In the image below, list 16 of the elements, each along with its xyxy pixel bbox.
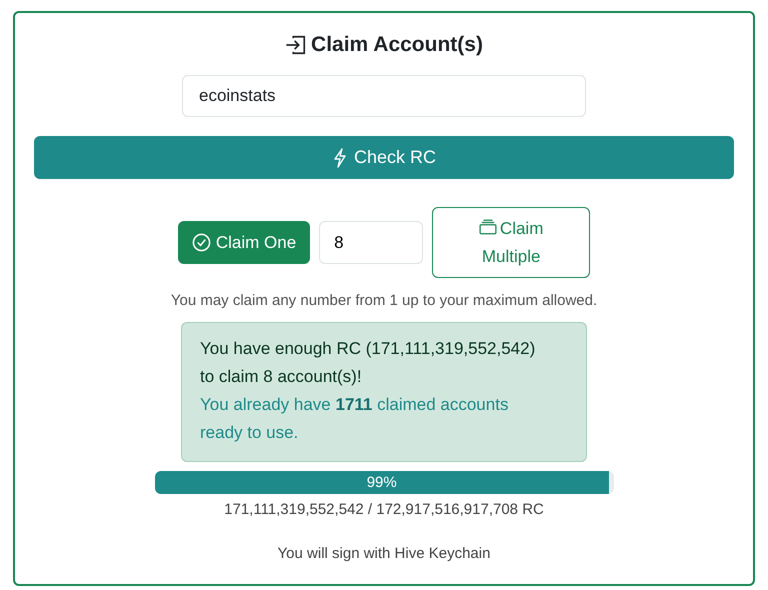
alert-note: You already have 1711 claimed accounts ready to use. — [200, 394, 510, 444]
count-field[interactable]: 8 — [319, 221, 424, 264]
claim-multiple-button[interactable]: Claim Multiple — [432, 207, 590, 278]
claim-one-button[interactable]: Claim One — [178, 221, 310, 264]
alert-message: You have enough RC (171,111,319,552,542) to claim 8 account(s)! — [200, 338, 536, 388]
stack-icon — [478, 218, 497, 236]
progress-fill: 99% — [154, 471, 609, 494]
rc-reading: 171,111,319,552,542 / 172,917,516,917,708 RC — [224, 501, 544, 518]
check-rc-button[interactable]: Check RC — [34, 136, 734, 179]
footer-text: You will sign with Hive Keychain — [278, 545, 490, 562]
lightning-icon — [332, 148, 348, 168]
hint-text: You may claim any number from 1 up to your maximum allowed. — [170, 292, 598, 309]
account-field[interactable]: ecoinstats — [182, 75, 586, 117]
check-circle-icon — [192, 233, 211, 252]
sign-in-icon — [285, 34, 308, 56]
card-title: Claim Account(s) — [285, 33, 483, 57]
